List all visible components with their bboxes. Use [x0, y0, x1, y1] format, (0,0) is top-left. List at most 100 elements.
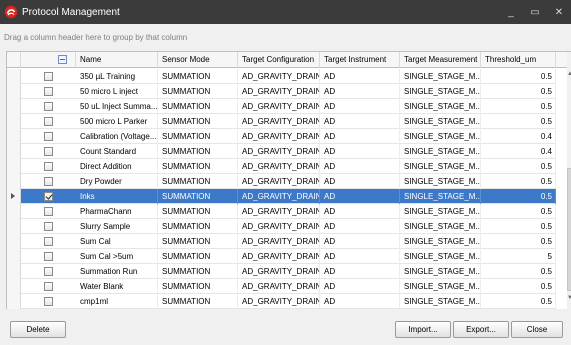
cell-threshold[interactable]: 5	[481, 249, 556, 264]
column-header-threshold[interactable]: Threshold_um	[481, 52, 556, 68]
scroll-down-icon[interactable]: ▼	[567, 295, 571, 301]
cell-target-measurement[interactable]: SINGLE_STAGE_M...	[400, 99, 481, 114]
cell-sensor-mode[interactable]: SUMMATION	[158, 234, 238, 249]
cell-target-measurement[interactable]: SINGLE_STAGE_M...	[400, 129, 481, 144]
cell-sensor-mode[interactable]: SUMMATION	[158, 249, 238, 264]
table-row[interactable]: Dry Powder SUMMATION AD_GRAVITY_DRAIN AD SIN…	[7, 174, 556, 189]
cell-target-configuration[interactable]: AD_GRAVITY_DRAIN	[238, 114, 320, 129]
row-indicator[interactable]	[7, 144, 21, 159]
row-checkbox[interactable]	[44, 72, 53, 81]
cell-name[interactable]: Water Blank	[76, 279, 158, 294]
cell-target-configuration[interactable]: AD_GRAVITY_DRAIN	[238, 99, 320, 114]
cell-target-instrument[interactable]: AD	[320, 129, 400, 144]
cell-threshold[interactable]: 0.5	[481, 69, 556, 84]
select-all-checkbox[interactable]	[58, 55, 67, 64]
table-row[interactable]: Summation Run SUMMATION AD_GRAVITY_DRAIN AD…	[7, 264, 556, 279]
cell-threshold[interactable]: 0.5	[481, 84, 556, 99]
cell-name[interactable]: cmp1ml	[76, 294, 158, 309]
row-indicator[interactable]	[7, 204, 21, 219]
cell-threshold[interactable]: 0.5	[481, 204, 556, 219]
export-button[interactable]: Export...	[453, 321, 509, 338]
cell-name[interactable]: Inks	[76, 189, 158, 204]
close-window-button[interactable]: ✕	[547, 0, 571, 24]
table-row[interactable]: Sum Cal >5um SUMMATION AD_GRAVITY_DRAIN AD S…	[7, 249, 556, 264]
table-row[interactable]: Slurry Sample SUMMATION AD_GRAVITY_DRAIN AD…	[7, 219, 556, 234]
column-header-sensor-mode[interactable]: Sensor Mode	[158, 52, 238, 68]
cell-target-instrument[interactable]: AD	[320, 114, 400, 129]
row-indicator[interactable]	[7, 99, 21, 114]
cell-threshold[interactable]: 0.5	[481, 219, 556, 234]
cell-target-configuration[interactable]: AD_GRAVITY_DRAIN	[238, 264, 320, 279]
scroll-thumb[interactable]	[567, 168, 571, 291]
table-row[interactable]: 350 µL Training SUMMATION AD_GRAVITY_DRAIN…	[7, 69, 556, 84]
cell-name[interactable]: Direct Addition	[76, 159, 158, 174]
cell-target-measurement[interactable]: SINGLE_STAGE_M...	[400, 264, 481, 279]
cell-target-instrument[interactable]: AD	[320, 189, 400, 204]
row-checkbox[interactable]	[44, 132, 53, 141]
cell-target-measurement[interactable]: SINGLE_STAGE_M...	[400, 144, 481, 159]
cell-name[interactable]: 50 uL Inject Summa...	[76, 99, 158, 114]
cell-sensor-mode[interactable]: SUMMATION	[158, 84, 238, 99]
row-checkbox[interactable]	[44, 297, 53, 306]
cell-target-instrument[interactable]: AD	[320, 84, 400, 99]
cell-sensor-mode[interactable]: SUMMATION	[158, 99, 238, 114]
row-indicator[interactable]	[7, 219, 21, 234]
row-indicator[interactable]	[7, 129, 21, 144]
row-indicator[interactable]	[7, 279, 21, 294]
cell-sensor-mode[interactable]: SUMMATION	[158, 204, 238, 219]
row-indicator[interactable]	[7, 234, 21, 249]
cell-sensor-mode[interactable]: SUMMATION	[158, 174, 238, 189]
group-by-panel[interactable]: Drag a column header here to group by th…	[0, 24, 571, 51]
row-indicator[interactable]	[7, 294, 21, 309]
cell-name[interactable]: Slurry Sample	[76, 219, 158, 234]
cell-threshold[interactable]: 0.5	[481, 159, 556, 174]
table-row[interactable]: 50 uL Inject Summa... SUMMATION AD_GRAVITY…	[7, 99, 556, 114]
row-checkbox[interactable]	[44, 222, 53, 231]
column-header-target-configuration[interactable]: Target Configuration	[238, 52, 320, 68]
row-checkbox[interactable]	[44, 207, 53, 216]
cell-sensor-mode[interactable]: SUMMATION	[158, 114, 238, 129]
column-header-target-instrument[interactable]: Target Instrument	[320, 52, 400, 68]
cell-sensor-mode[interactable]: SUMMATION	[158, 69, 238, 84]
cell-threshold[interactable]: 0.4	[481, 129, 556, 144]
row-checkbox[interactable]	[44, 192, 53, 201]
cell-target-configuration[interactable]: AD_GRAVITY_DRAIN	[238, 249, 320, 264]
cell-target-measurement[interactable]: SINGLE_STAGE_M...	[400, 84, 481, 99]
table-row[interactable]: Sum Cal SUMMATION AD_GRAVITY_DRAIN AD SINGLE…	[7, 234, 556, 249]
table-row[interactable]: 50 micro L inject SUMMATION AD_GRAVITY_DRA…	[7, 84, 556, 99]
cell-threshold[interactable]: 0.5	[481, 189, 556, 204]
cell-target-configuration[interactable]: AD_GRAVITY_DRAIN	[238, 189, 320, 204]
cell-target-configuration[interactable]: AD_GRAVITY_DRAIN	[238, 279, 320, 294]
cell-sensor-mode[interactable]: SUMMATION	[158, 294, 238, 309]
cell-target-measurement[interactable]: SINGLE_STAGE_M...	[400, 189, 481, 204]
cell-sensor-mode[interactable]: SUMMATION	[158, 189, 238, 204]
row-indicator[interactable]	[7, 159, 21, 174]
cell-target-configuration[interactable]: AD_GRAVITY_DRAIN	[238, 84, 320, 99]
cell-target-configuration[interactable]: AD_GRAVITY_DRAIN	[238, 219, 320, 234]
header-select-all[interactable]	[21, 52, 76, 68]
cell-target-measurement[interactable]: SINGLE_STAGE_M...	[400, 249, 481, 264]
cell-target-measurement[interactable]: SINGLE_STAGE_M...	[400, 294, 481, 309]
cell-name[interactable]: Summation Run	[76, 264, 158, 279]
row-indicator[interactable]	[7, 84, 21, 99]
cell-target-instrument[interactable]: AD	[320, 204, 400, 219]
table-row[interactable]: Direct Addition SUMMATION AD_GRAVITY_DRAIN…	[7, 159, 556, 174]
table-row[interactable]: PharmaChann SUMMATION AD_GRAVITY_DRAIN AD SI…	[7, 204, 556, 219]
row-checkbox[interactable]	[44, 87, 53, 96]
cell-target-instrument[interactable]: AD	[320, 144, 400, 159]
cell-target-measurement[interactable]: SINGLE_STAGE_M...	[400, 159, 481, 174]
table-row[interactable]: Calibration (Voltage... SUMMATION AD_GRAVI…	[7, 129, 556, 144]
cell-threshold[interactable]: 0.5	[481, 114, 556, 129]
cell-target-instrument[interactable]: AD	[320, 264, 400, 279]
cell-target-instrument[interactable]: AD	[320, 174, 400, 189]
table-row[interactable]: cmp1ml SUMMATION AD_GRAVITY_DRAIN AD SINGLE_…	[7, 294, 556, 309]
cell-threshold[interactable]: 0.5	[481, 99, 556, 114]
import-button[interactable]: Import...	[395, 321, 451, 338]
minimize-button[interactable]: _	[499, 0, 523, 24]
cell-target-configuration[interactable]: AD_GRAVITY_DRAIN	[238, 144, 320, 159]
cell-sensor-mode[interactable]: SUMMATION	[158, 129, 238, 144]
cell-target-measurement[interactable]: SINGLE_STAGE_M...	[400, 69, 481, 84]
row-indicator[interactable]	[7, 69, 21, 84]
cell-sensor-mode[interactable]: SUMMATION	[158, 279, 238, 294]
row-checkbox[interactable]	[44, 252, 53, 261]
